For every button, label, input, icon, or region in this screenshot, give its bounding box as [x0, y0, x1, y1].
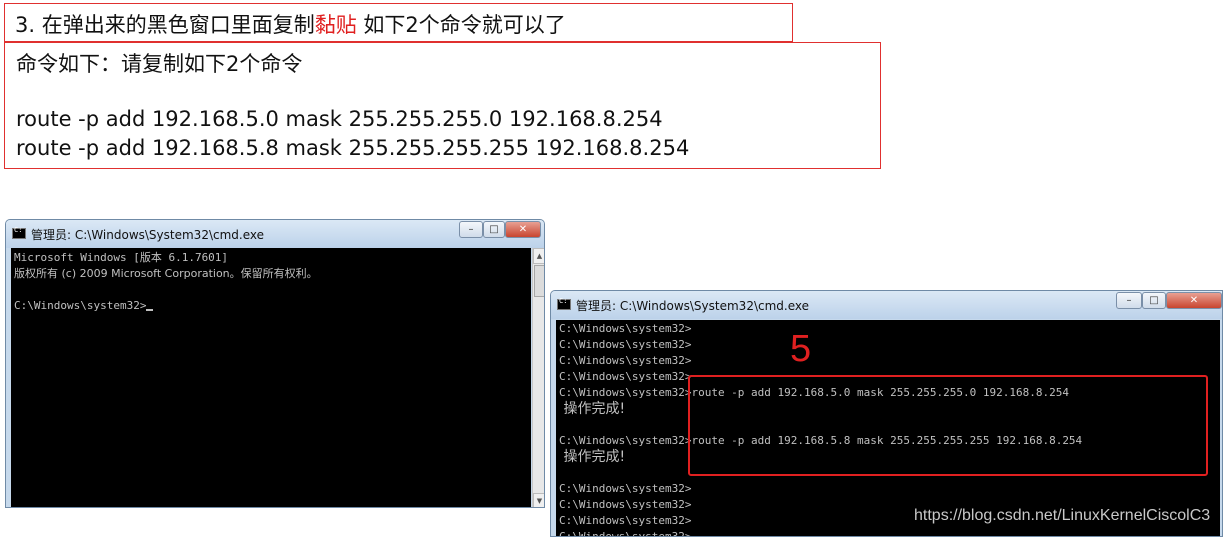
window-title: 管理员: C:\Windows\System32\cmd.exe [576, 299, 809, 313]
close-button[interactable]: ✕ [505, 221, 541, 238]
scroll-down-arrow-icon[interactable]: ▼ [533, 493, 544, 507]
minimize-button[interactable]: – [459, 221, 483, 238]
console-line: C:\Windows\system32> [559, 482, 692, 495]
console-line: C:\Windows\system32> [559, 498, 692, 511]
step-instruction-box: 3. 在弹出来的黑色窗口里面复制黏贴 如下2个命令就可以了 [4, 3, 793, 42]
step-text-suffix: 如下2个命令就可以了 [356, 13, 566, 37]
close-button[interactable]: ✕ [1166, 292, 1222, 309]
commands-heading: 命令如下：请复制如下2个命令 [16, 52, 303, 76]
watermark: https://blog.csdn.net/LinuxKernelCiscolC… [914, 507, 1211, 524]
text-cursor [146, 309, 154, 311]
minimize-button[interactable]: – [1116, 292, 1142, 309]
cmd-icon [12, 226, 26, 239]
console-line: Microsoft Windows [版本 6.1.7601] [14, 251, 229, 264]
console-line: C:\Windows\system32> [559, 322, 692, 335]
console-prompt-line: C:\Windows\system32> [14, 298, 154, 314]
console-line: C:\Windows\system32> [559, 514, 692, 527]
console-line: C:\Windows\system32> [559, 530, 692, 537]
step-text-prefix: 3. 在弹出来的黑色窗口里面复制 [15, 13, 315, 37]
scroll-up-arrow-icon[interactable]: ▲ [533, 248, 544, 264]
console-line: 版权所有 (c) 2009 Microsoft Corporation。保留所有… [14, 267, 318, 280]
vertical-scrollbar[interactable]: ▲ ▼ [532, 248, 544, 507]
cmd-window-left: 管理员: C:\Windows\System32\cmd.exe – □ ✕ M… [5, 219, 545, 508]
annotation-step-number: 5 [790, 328, 812, 370]
console-output[interactable]: Microsoft Windows [版本 6.1.7601] 版权所有 (c)… [11, 248, 531, 507]
console-prompt: C:\Windows\system32> [14, 299, 147, 312]
console-line: C:\Windows\system32> [559, 370, 692, 383]
maximize-button[interactable]: □ [483, 221, 505, 238]
title-bar[interactable]: 管理员: C:\Windows\System32\cmd.exe – □ ✕ [6, 220, 544, 248]
cmd-icon [557, 297, 571, 310]
maximize-button[interactable]: □ [1142, 292, 1166, 309]
console-line: C:\Windows\system32> [559, 338, 692, 351]
console-result-line: 操作完成! [559, 401, 626, 417]
step-text-highlight: 黏贴 [314, 13, 357, 37]
title-bar[interactable]: 管理员: C:\Windows\System32\cmd.exe – □ ✕ [551, 291, 1222, 319]
scroll-thumb[interactable] [534, 265, 544, 297]
step-instruction-text: 3. 在弹出来的黑色窗口里面复制黏贴 如下2个命令就可以了 [15, 9, 566, 39]
command-line-2: route -p add 192.168.5.8 mask 255.255.25… [16, 136, 690, 160]
commands-box: 命令如下：请复制如下2个命令 route -p add 192.168.5.0 … [4, 42, 881, 169]
window-title: 管理员: C:\Windows\System32\cmd.exe [31, 228, 264, 242]
annotation-highlight-box [688, 375, 1208, 476]
console-line: C:\Windows\system32> [559, 354, 692, 367]
console-result-line: 操作完成! [559, 449, 626, 465]
command-line-1: route -p add 192.168.5.0 mask 255.255.25… [16, 107, 663, 131]
